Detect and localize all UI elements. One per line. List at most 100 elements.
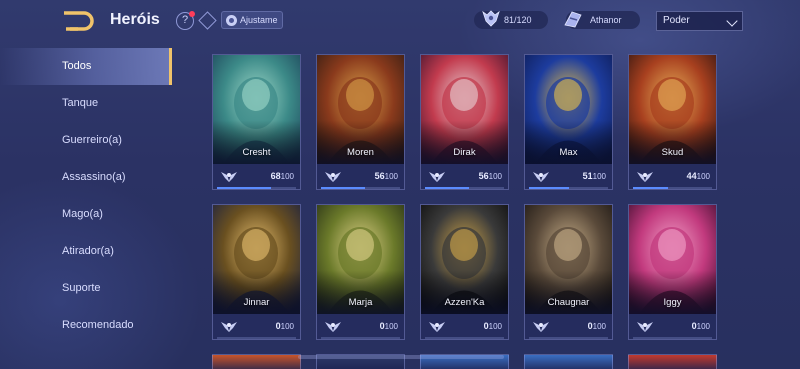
hero-name: Iggy [663,297,682,308]
hero-points: 0100 [588,321,606,331]
notification-dot [189,11,195,17]
sidebar-item-label: Tanque [62,97,99,109]
points-value: 68 [270,171,281,181]
progress-track [529,187,608,189]
diamond-icon[interactable] [198,11,217,30]
points-max: 100 [488,322,502,331]
adjust-button[interactable]: Ajustame [221,11,283,29]
hero-points: 0100 [692,321,710,331]
sidebar-item[interactable]: Suporte [0,270,172,307]
hero-card[interactable]: Marja 0100 [316,204,405,340]
hero-stats: 0100 [629,314,716,339]
progress-track [217,187,296,189]
progress-track [425,337,504,339]
sidebar-item-label: Recomendado [62,319,134,331]
hero-stats: 56100 [317,164,404,189]
progress-track [633,187,712,189]
points-max: 100 [696,172,710,181]
hero-points: 51100 [583,171,606,181]
sidebar-item-label: Atirador(a) [62,245,114,257]
rank-wings-icon [533,322,549,332]
rank-wings-icon [533,172,549,182]
points-max: 100 [592,172,606,181]
hero-name: Cresht [242,147,271,158]
hero-name: Jinnar [243,297,270,308]
hero-stats: 44100 [629,164,716,189]
points-value: 56 [478,171,489,181]
top-bar: Heróis ? Ajustame 81/120 Athanor Poder [0,0,800,44]
hero-card-partial[interactable] [524,354,613,369]
progress-track [425,187,504,189]
sidebar-item[interactable]: Assassino(a) [0,159,172,196]
hero-card[interactable]: Cresht 68100 [212,54,301,190]
hero-stats: 0100 [213,314,300,339]
hero-card[interactable]: Iggy 0100 [628,204,717,340]
progress-track [217,337,296,339]
rank-wings-icon [637,322,653,332]
sort-selected: Poder [663,15,690,26]
sidebar: Todos Tanque Guerreiro(a) Assassino(a) Mago(… [0,48,172,344]
page-title: Heróis [110,11,160,28]
adjust-label: Ajustame [240,15,278,25]
hero-card[interactable]: Jinnar 0100 [212,204,301,340]
hero-name: Skud [661,147,684,158]
rank-wings-icon [429,322,445,332]
hero-stats: 56100 [421,164,508,189]
hero-card[interactable]: Max 51100 [524,54,613,190]
sidebar-item[interactable]: Tanque [0,85,172,122]
adjust-icon [226,14,237,26]
hero-count: 81/120 [504,15,532,25]
sidebar-item[interactable]: Mago(a) [0,196,172,233]
progress-fill [425,187,470,189]
sidebar-item-label: Suporte [62,282,101,294]
hero-name: Moren [347,147,374,158]
hero-name: Dirak [453,147,476,158]
points-max: 100 [280,322,294,331]
sidebar-item-label: Guerreiro(a) [62,134,122,146]
rank-wings-icon [221,172,237,182]
hero-points: 56100 [375,171,398,181]
progress-track [633,337,712,339]
hero-points: 0100 [380,321,398,331]
hero-stats: 0100 [317,314,404,339]
hero-card[interactable]: Skud 44100 [628,54,717,190]
hero-name: Azzen'Ka [444,297,485,308]
progress-fill [321,187,366,189]
hero-points: 68100 [271,171,294,181]
sidebar-item[interactable]: Atirador(a) [0,233,172,270]
progress-fill [529,187,570,189]
help-button[interactable]: ? [176,11,195,30]
rank-wings-icon [429,172,445,182]
points-value: 56 [374,171,385,181]
points-max: 100 [488,172,502,181]
sidebar-item[interactable]: Todos [0,48,172,85]
hero-points: 0100 [276,321,294,331]
rank-wings-icon [637,172,653,182]
hero-card[interactable]: Azzen'Ka 0100 [420,204,509,340]
hero-points: 56100 [479,171,502,181]
points-max: 100 [592,322,606,331]
hero-stats: 0100 [525,314,612,339]
hero-crest-icon [482,10,500,27]
sidebar-item[interactable]: Guerreiro(a) [0,122,172,159]
hero-card[interactable]: Moren 56100 [316,54,405,190]
hero-name: Marja [348,297,373,308]
rank-wings-icon [221,322,237,332]
hero-card[interactable]: Dirak 56100 [420,54,509,190]
chevron-down-icon [726,15,738,27]
hero-card-partial[interactable] [212,354,301,369]
scrollbar[interactable] [298,355,504,359]
progress-fill [633,187,668,189]
server-name: Athanor [590,15,622,25]
hero-card-partial[interactable] [628,354,717,369]
hero-stats: 0100 [421,314,508,339]
hero-card[interactable]: Chaugnar 0100 [524,204,613,340]
sidebar-item[interactable]: Recomendado [0,307,172,344]
progress-fill [217,187,271,189]
sort-select[interactable]: Poder [656,11,743,31]
hero-name: Max [559,147,578,158]
hero-stats: 68100 [213,164,300,189]
hero-points: 44100 [687,171,710,181]
progress-track [529,337,608,339]
back-icon[interactable] [62,10,96,32]
